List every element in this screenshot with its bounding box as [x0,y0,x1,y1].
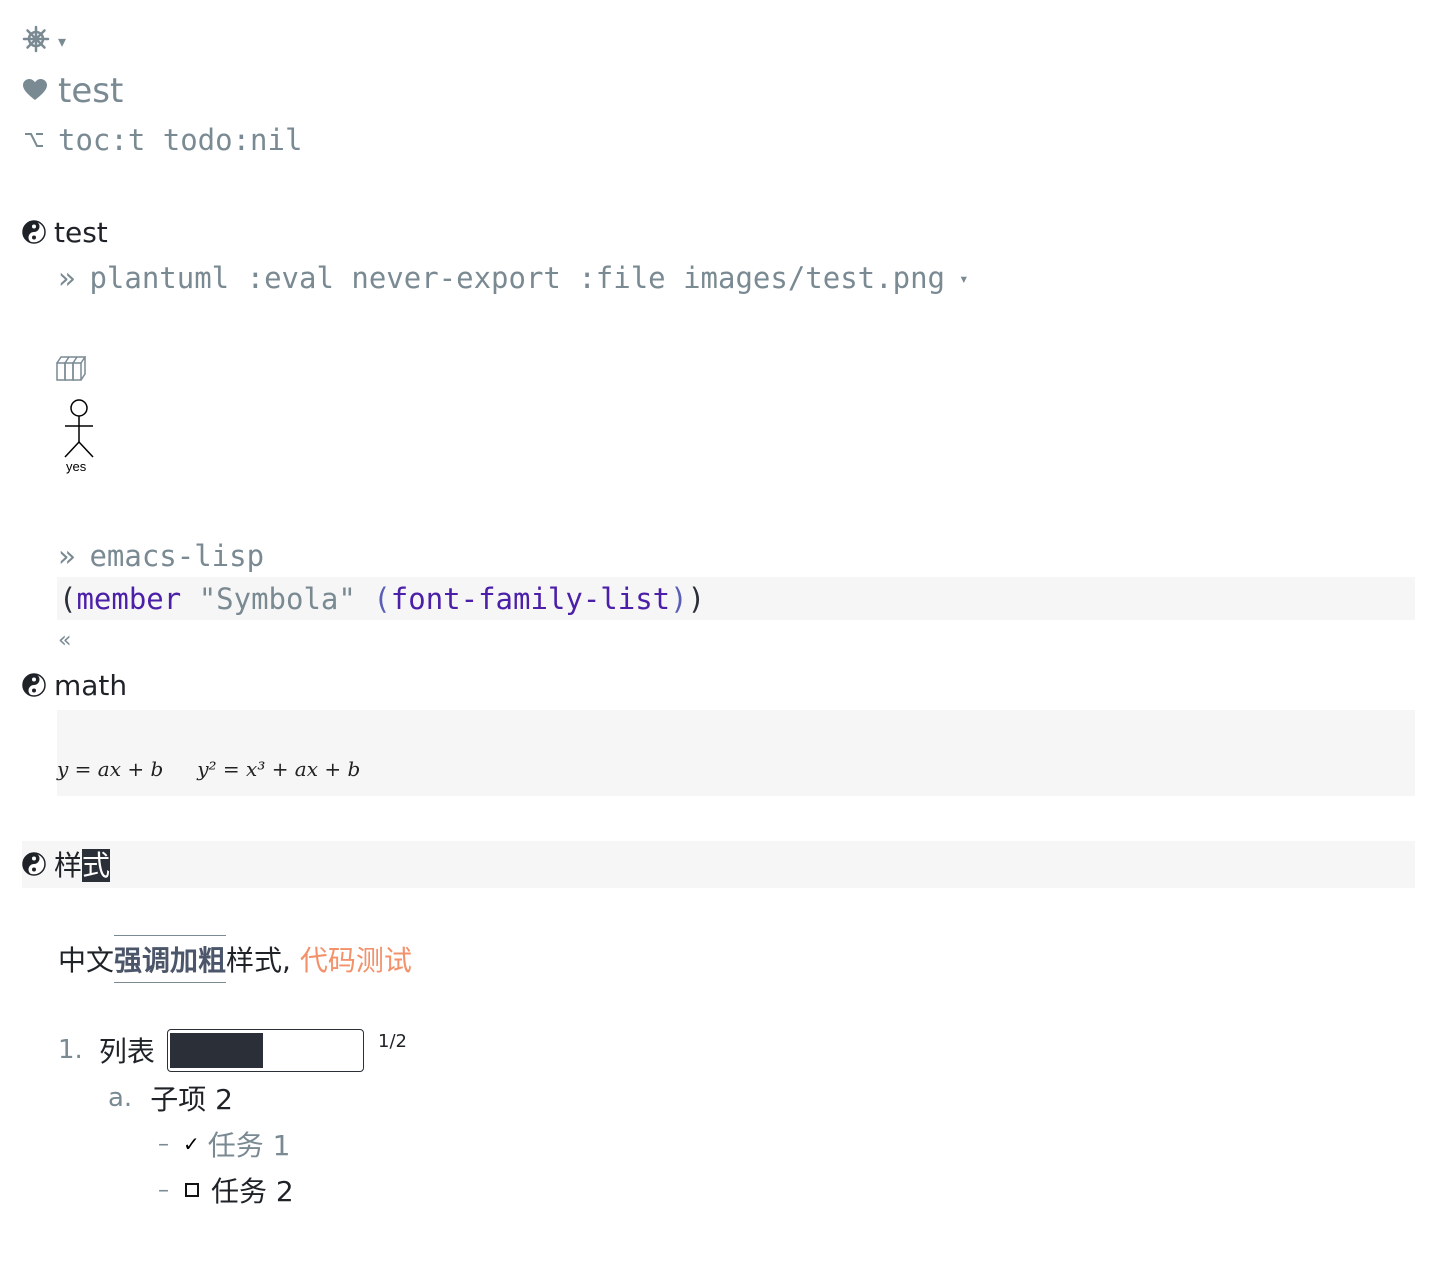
list-dash: – [158,1177,169,1203]
list-marker: 1. [58,1035,83,1065]
para-text: 样式, [226,944,300,977]
options-text: toc:t todo:nil [58,123,303,157]
settings-row: ▾ [22,25,66,57]
heading-test[interactable]: test [22,212,108,252]
current-line-highlight [22,841,1415,888]
progress-label: 1/2 [378,1031,407,1052]
latex-block[interactable] [57,710,1415,796]
src-block-end[interactable]: « [58,628,71,653]
yin-yang-icon [22,220,46,244]
para-text: 中文 [58,944,115,977]
heart-icon [22,71,48,111]
list-marker: a. [108,1083,133,1113]
option-key-icon [24,123,44,157]
list-item: a. 子项 2 [108,1077,233,1119]
actor-caption: yes [66,459,87,474]
src-prompt: » [58,539,76,573]
task-item-todo: – 任务 2 [158,1169,294,1211]
chevron-down-icon[interactable]: ▾ [959,269,969,288]
code-line[interactable]: (member "Symbola" (font-family-list)) [57,577,1415,620]
inline-code: 代码测试 [299,944,412,977]
list-label: 列表 [98,1035,155,1068]
heading-math[interactable]: math [22,665,127,705]
src-prompt: » [58,261,76,295]
document-title-row: test [22,70,123,112]
src-block-header-lisp[interactable]: » emacs-lisp [58,536,264,576]
code-paren: ) [670,581,688,616]
progress-bar [166,1028,364,1072]
bold-text: 强调加粗 [114,935,227,983]
code-paren: ) [687,581,706,616]
yin-yang-icon [22,673,46,697]
checkbox-empty-icon[interactable] [185,1183,199,1197]
progress-fill [169,1032,264,1068]
task-label: 任务 2 [211,1175,294,1208]
src-header-args: plantuml :eval never-export :file images… [89,261,945,295]
src-lang: emacs-lisp [89,539,265,573]
document-title: test [58,71,124,111]
list-dash: – [158,1131,169,1157]
helm-icon[interactable] [22,25,50,57]
heading-title: math [54,668,128,702]
paragraph: 中文 强调加粗 样式, 代码测试 [58,935,412,983]
code-function: font-family-list [390,581,671,616]
chevron-down-icon[interactable]: ▾ [58,32,66,51]
latex-preview: y = ax + b y² = x³ + ax + b [57,757,360,781]
heading-style[interactable]: 样式 [22,843,111,885]
checkmark-icon[interactable]: ✓ [183,1132,200,1156]
heading-title: 样式 [54,844,111,884]
formula: y = ax + b [57,757,164,781]
code-function: member [76,581,182,616]
image-cubes-icon [56,354,87,386]
task-label: 任务 1 [207,1129,291,1162]
text-cursor: 式 [82,849,111,882]
task-item-done: – ✓ 任务 1 [158,1123,290,1165]
code-paren: ( [373,581,391,616]
list-label: 子项 2 [150,1083,233,1116]
yin-yang-icon [22,852,46,876]
options-row: toc:t todo:nil [24,120,302,160]
formula: y² = x³ + ax + b [197,757,361,781]
heading-text: 样 [54,849,83,882]
code-paren: ( [59,581,77,616]
code-string: "Symbola" [198,581,356,616]
list-item: 1. 列表 [58,1028,364,1072]
src-block-header-plantuml[interactable]: » plantuml :eval never-export :file imag… [58,258,969,298]
heading-title: test [54,215,108,249]
